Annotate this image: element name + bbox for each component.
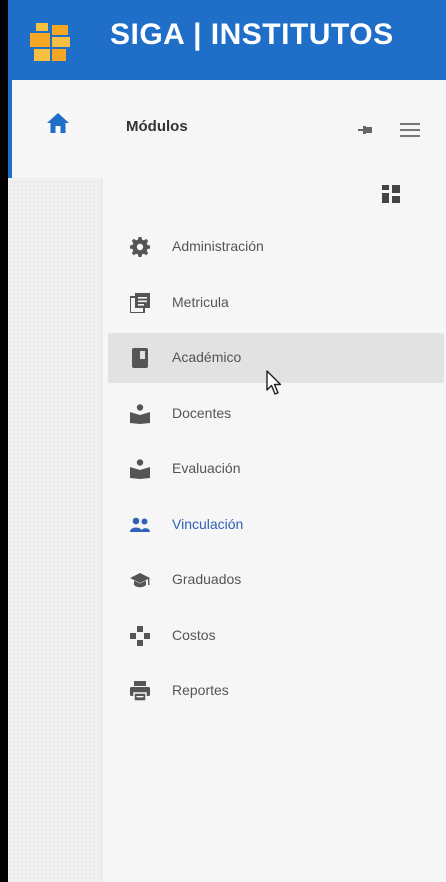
app-window: SIGA | INSTITUTOS Módulos Administración — [8, 0, 446, 882]
side-rail — [8, 80, 102, 882]
documents-icon — [130, 293, 150, 313]
module-label: Vinculación — [172, 516, 244, 532]
teacher-icon — [130, 404, 150, 424]
people-icon — [130, 517, 150, 532]
module-item-docentes[interactable]: Docentes — [108, 389, 444, 439]
module-item-evaluacion[interactable]: Evaluación — [108, 444, 444, 494]
book-icon — [132, 348, 148, 368]
module-label: Docentes — [172, 405, 232, 421]
institution-logo-icon[interactable] — [30, 19, 74, 63]
module-item-costos[interactable]: Costos — [108, 611, 444, 661]
module-item-vinculacion[interactable]: Vinculación — [108, 500, 444, 550]
home-icon[interactable] — [46, 112, 70, 134]
module-label: Costos — [172, 627, 216, 643]
header-bar: SIGA | INSTITUTOS — [8, 0, 446, 80]
dots-connect-icon — [130, 626, 150, 646]
module-item-reportes[interactable]: Reportes — [108, 666, 444, 716]
panel-title: Módulos — [126, 118, 188, 135]
pin-icon[interactable] — [358, 124, 372, 136]
mouse-cursor-icon — [266, 370, 282, 395]
hamburger-menu-icon[interactable] — [400, 122, 420, 138]
graduation-cap-icon — [130, 573, 150, 588]
module-label: Evaluación — [172, 460, 241, 476]
grid-view-icon[interactable] — [382, 185, 400, 203]
teacher-icon — [130, 459, 150, 479]
module-item-administracion[interactable]: Administración — [108, 222, 444, 272]
module-label: Graduados — [172, 571, 242, 587]
gear-icon — [130, 237, 150, 257]
module-item-graduados[interactable]: Graduados — [108, 555, 444, 605]
app-title: SIGA | INSTITUTOS — [110, 18, 394, 51]
module-label: Metricula — [172, 294, 229, 310]
printer-icon — [130, 681, 150, 701]
module-label: Reportes — [172, 682, 229, 698]
module-item-metricula[interactable]: Metricula — [108, 278, 444, 328]
module-label: Administración — [172, 238, 264, 254]
module-label: Académico — [172, 349, 242, 365]
